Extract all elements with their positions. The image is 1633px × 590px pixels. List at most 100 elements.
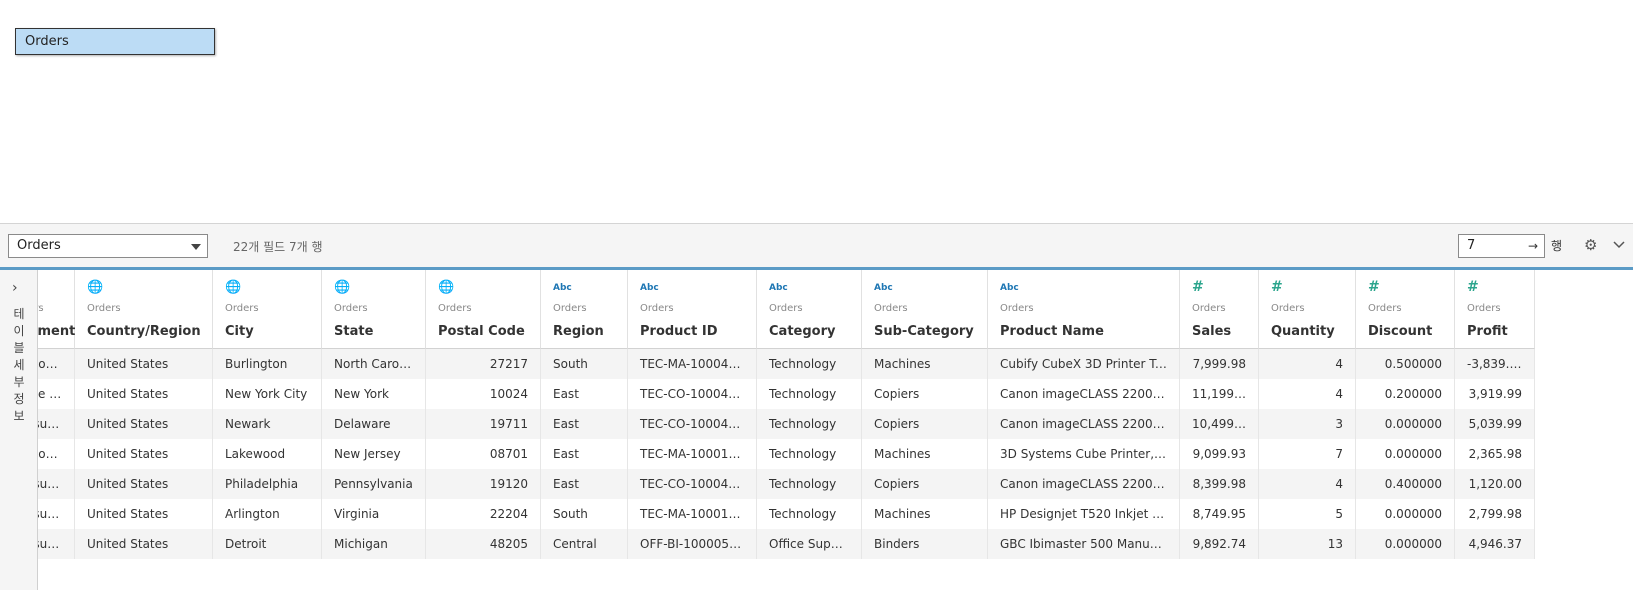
globe-icon[interactable]: 🌐 — [87, 280, 103, 295]
column-header[interactable]: Abc Orders Product Name — [988, 270, 1180, 349]
table-cell[interactable]: Pennsylvania — [322, 469, 426, 499]
table-cell[interactable]: United States — [75, 349, 213, 379]
number-type-icon[interactable]: # — [1192, 279, 1204, 295]
table-cell[interactable]: 08701 — [426, 439, 541, 469]
table-cell[interactable]: United States — [75, 529, 213, 559]
table-cell[interactable]: Office Supplies — [757, 529, 862, 559]
table-cell[interactable]: 3 — [1259, 409, 1356, 439]
table-cell[interactable]: United States — [75, 379, 213, 409]
column-name[interactable]: Product ID — [640, 324, 718, 339]
column-name[interactable]: Sales — [1192, 324, 1231, 339]
table-cell[interactable]: United States — [75, 469, 213, 499]
column-header[interactable]: 🌐 Orders Country/Region — [75, 270, 213, 349]
table-cell[interactable]: 10,499.97 — [1180, 409, 1259, 439]
string-type-icon[interactable]: Abc — [769, 283, 788, 293]
table-cell[interactable]: Michigan — [322, 529, 426, 559]
table-cell[interactable]: HP Designjet T520 Inkjet Large Format Pr… — [988, 499, 1180, 529]
column-name[interactable]: Quantity — [1271, 324, 1335, 339]
table-cell[interactable]: Newark — [213, 409, 322, 439]
table-cell[interactable]: 3D Systems Cube Printer, 2nd Generation,… — [988, 439, 1180, 469]
table-cell[interactable]: Technology — [757, 379, 862, 409]
table-cell[interactable]: Technology — [757, 349, 862, 379]
table-cell[interactable]: South — [541, 349, 628, 379]
table-cell[interactable]: Machines — [862, 349, 988, 379]
table-cell[interactable]: Technology — [757, 469, 862, 499]
table-cell[interactable]: Technology — [757, 439, 862, 469]
column-header[interactable]: 🌐 Orders City — [213, 270, 322, 349]
column-name[interactable]: City — [225, 324, 254, 339]
table-cell[interactable]: United States — [75, 439, 213, 469]
table-cell[interactable]: 13 — [1259, 529, 1356, 559]
column-header[interactable]: # Orders Profit — [1455, 270, 1535, 349]
column-header[interactable]: 🌐 Orders State — [322, 270, 426, 349]
column-header[interactable]: Abc Orders Region — [541, 270, 628, 349]
table-cell[interactable]: TEC-MA-10004125 — [628, 349, 757, 379]
table-cell[interactable]: 0.000000 — [1356, 499, 1455, 529]
table-cell[interactable]: Consumer — [38, 499, 75, 529]
table-cell[interactable]: Corporate — [38, 439, 75, 469]
table-cell[interactable]: 48205 — [426, 529, 541, 559]
table-cell[interactable]: Philadelphia — [213, 469, 322, 499]
number-type-icon[interactable]: # — [1467, 279, 1479, 295]
column-name[interactable]: Profit — [1467, 324, 1508, 339]
string-type-icon[interactable]: Abc — [1000, 283, 1019, 293]
table-cell[interactable]: 3,919.99 — [1455, 379, 1535, 409]
column-name[interactable]: Product Name — [1000, 324, 1104, 339]
column-header[interactable]: Abc Orders Category — [757, 270, 862, 349]
rows-count-input[interactable]: 7 → — [1458, 234, 1545, 258]
string-type-icon[interactable]: Abc — [640, 283, 659, 293]
column-name[interactable]: Country/Region — [87, 324, 201, 339]
table-cell[interactable]: 0.400000 — [1356, 469, 1455, 499]
table-cell[interactable]: 8,399.98 — [1180, 469, 1259, 499]
chevron-right-icon[interactable]: › — [12, 280, 18, 296]
table-cell[interactable]: 4 — [1259, 379, 1356, 409]
table-details-panel[interactable]: › 테이블 세부 정보 — [0, 270, 38, 590]
table-cell[interactable]: 19120 — [426, 469, 541, 499]
column-header[interactable]: 🌐 Orders Postal Code — [426, 270, 541, 349]
table-cell[interactable]: TEC-CO-10004722 — [628, 409, 757, 439]
table-cell[interactable]: Home Office — [38, 379, 75, 409]
column-header[interactable]: # Orders Discount — [1356, 270, 1455, 349]
column-header[interactable]: # Orders Sales — [1180, 270, 1259, 349]
column-name[interactable]: Postal Code — [438, 324, 525, 339]
chevron-down-icon[interactable] — [1612, 238, 1626, 252]
number-type-icon[interactable]: # — [1271, 279, 1283, 295]
table-select-dropdown[interactable]: Orders — [8, 234, 208, 258]
table-cell[interactable]: 19711 — [426, 409, 541, 439]
column-header[interactable]: Abc Orders Product ID — [628, 270, 757, 349]
table-cell[interactable]: New York City — [213, 379, 322, 409]
table-cell[interactable]: 0.000000 — [1356, 439, 1455, 469]
string-type-icon[interactable]: Abc — [874, 283, 893, 293]
column-name[interactable]: Category — [769, 324, 835, 339]
canvas-table-orders[interactable]: Orders — [15, 28, 215, 55]
table-cell[interactable]: TEC-CO-10004722 — [628, 379, 757, 409]
table-cell[interactable]: 7 — [1259, 439, 1356, 469]
table-cell[interactable]: Canon imageCLASS 2200 Advanced Copier — [988, 379, 1180, 409]
table-cell[interactable]: Canon imageCLASS 2200 Advanced Copier — [988, 469, 1180, 499]
table-cell[interactable]: 27217 — [426, 349, 541, 379]
number-type-icon[interactable]: # — [1368, 279, 1380, 295]
gear-icon[interactable]: ⚙ — [1584, 236, 1597, 254]
table-cell[interactable]: Copiers — [862, 409, 988, 439]
table-cell[interactable]: 5,039.99 — [1455, 409, 1535, 439]
globe-icon[interactable]: 🌐 — [225, 280, 241, 295]
table-cell[interactable]: 7,999.98 — [1180, 349, 1259, 379]
table-cell[interactable]: United States — [75, 499, 213, 529]
table-cell[interactable]: Corporate — [38, 349, 75, 379]
table-cell[interactable]: 1,120.00 — [1455, 469, 1535, 499]
table-cell[interactable]: 9,099.93 — [1180, 439, 1259, 469]
column-name[interactable]: Sub-Category — [874, 324, 974, 339]
table-cell[interactable]: 4,946.37 — [1455, 529, 1535, 559]
table-cell[interactable]: South — [541, 499, 628, 529]
column-name[interactable]: Discount — [1368, 324, 1432, 339]
table-cell[interactable]: Arlington — [213, 499, 322, 529]
table-cell[interactable]: 0.000000 — [1356, 529, 1455, 559]
table-cell[interactable]: New Jersey — [322, 439, 426, 469]
column-name[interactable]: Region — [553, 324, 604, 339]
table-cell[interactable]: 0.200000 — [1356, 379, 1455, 409]
table-cell[interactable]: Consumer — [38, 469, 75, 499]
globe-icon[interactable]: 🌐 — [334, 280, 350, 295]
arrow-right-icon[interactable]: → — [1528, 235, 1538, 257]
column-header[interactable]: AbcOrdersSegment — [38, 270, 75, 349]
table-cell[interactable]: New York — [322, 379, 426, 409]
